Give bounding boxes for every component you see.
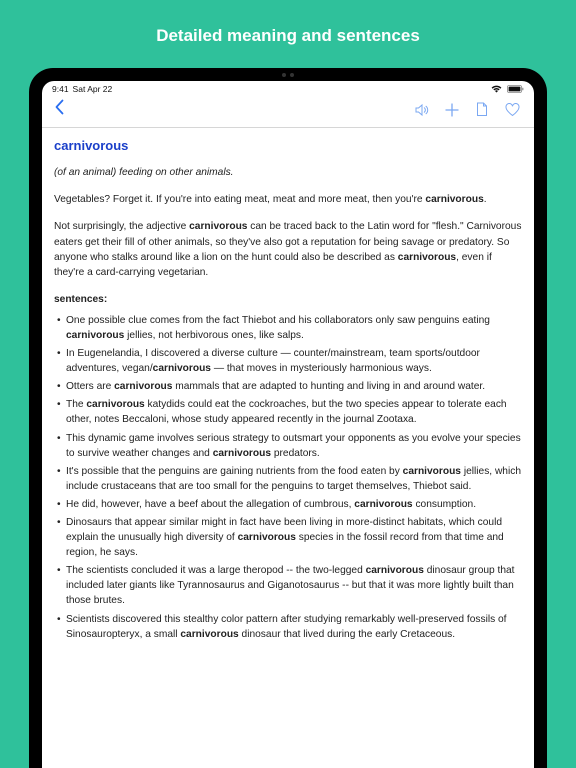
entry-para-2: Not surprisingly, the adjective carnivor… bbox=[54, 219, 522, 279]
plus-icon[interactable] bbox=[442, 102, 462, 118]
wifi-icon bbox=[491, 85, 502, 93]
list-item: One possible clue comes from the fact Th… bbox=[54, 313, 522, 343]
sentences-list: One possible clue comes from the fact Th… bbox=[54, 313, 522, 642]
entry-word: carnivorous bbox=[54, 136, 522, 155]
back-button[interactable] bbox=[54, 99, 65, 120]
device-frame: 9:41 Sat Apr 22 bbox=[29, 68, 547, 768]
status-bar: 9:41 Sat Apr 22 bbox=[42, 81, 534, 95]
document-icon[interactable] bbox=[472, 102, 492, 118]
entry-para-1: Vegetables? Forget it. If you're into ea… bbox=[54, 192, 522, 207]
list-item: The scientists concluded it was a large … bbox=[54, 563, 522, 608]
heart-icon[interactable] bbox=[502, 102, 522, 118]
list-item: In Eugenelandia, I discovered a diverse … bbox=[54, 346, 522, 376]
list-item: He did, however, have a beef about the a… bbox=[54, 497, 522, 512]
nav-bar bbox=[42, 95, 534, 128]
camera-bar bbox=[29, 73, 547, 77]
list-item: This dynamic game involves serious strat… bbox=[54, 431, 522, 461]
list-item: It's possible that the penguins are gain… bbox=[54, 464, 522, 494]
content: carnivorous (of an animal) feeding on ot… bbox=[42, 128, 534, 657]
list-item: The carnivorous katydids could eat the c… bbox=[54, 397, 522, 427]
speaker-icon[interactable] bbox=[412, 102, 432, 118]
promo-title: Detailed meaning and sentences bbox=[0, 0, 576, 66]
status-time: 9:41 bbox=[52, 84, 69, 94]
sentences-label: sentences: bbox=[54, 292, 522, 307]
screen: 9:41 Sat Apr 22 bbox=[42, 81, 534, 768]
list-item: Scientists discovered this stealthy colo… bbox=[54, 612, 522, 642]
entry-definition: (of an animal) feeding on other animals. bbox=[54, 165, 522, 180]
status-date: Sat Apr 22 bbox=[73, 84, 113, 94]
list-item: Otters are carnivorous mammals that are … bbox=[54, 379, 522, 394]
list-item: Dinosaurs that appear similar might in f… bbox=[54, 515, 522, 560]
status-icons bbox=[491, 85, 524, 93]
battery-icon bbox=[507, 85, 524, 93]
